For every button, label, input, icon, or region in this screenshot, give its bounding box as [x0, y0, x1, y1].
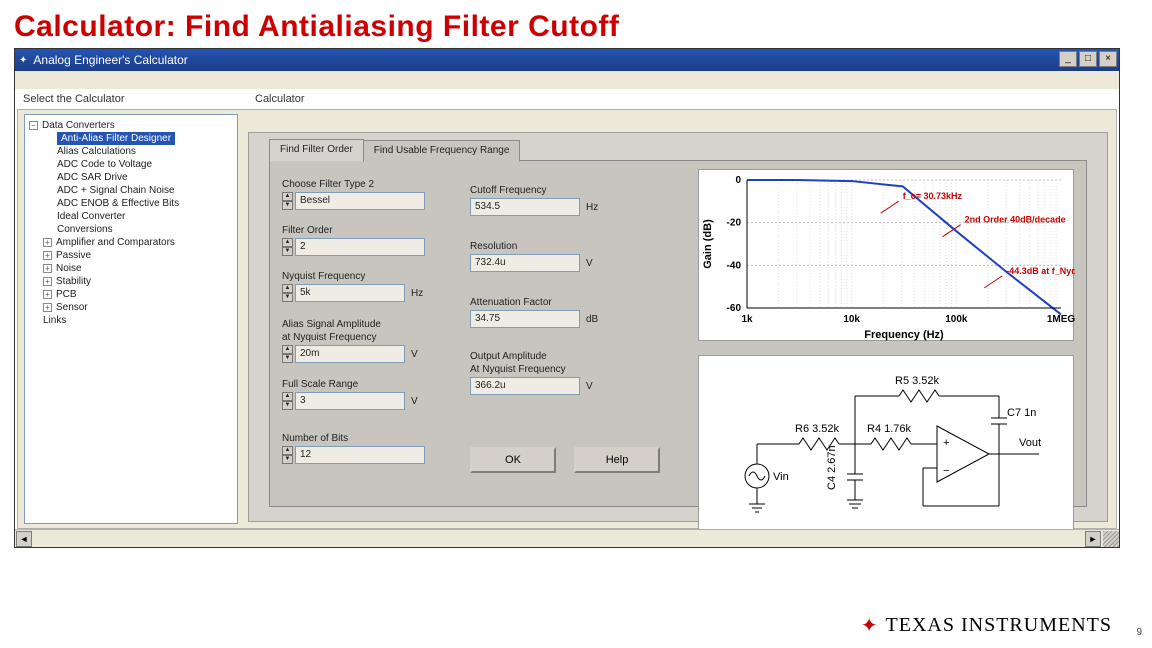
calculator-panel-label: Calculator — [255, 93, 305, 105]
svg-text:2nd Order 40dB/decade: 2nd Order 40dB/decade — [965, 215, 1066, 225]
calculator-panel: Find Filter Order Find Usable Frequency … — [248, 132, 1108, 522]
svg-text:Frequency (Hz): Frequency (Hz) — [864, 329, 944, 341]
svg-text:-44.3dB at f_Nyquist: -44.3dB at f_Nyquist — [1006, 266, 1075, 276]
tree-item: Conversions — [29, 223, 233, 236]
svg-text:R5 3.52k: R5 3.52k — [895, 375, 940, 387]
tree-item: ADC Code to Voltage — [29, 158, 233, 171]
bits-input[interactable]: 12 — [295, 446, 425, 464]
tree-item: ADC ENOB & Effective Bits — [29, 197, 233, 210]
svg-text:R6 3.52k: R6 3.52k — [795, 423, 840, 435]
svg-text:0: 0 — [735, 175, 741, 186]
svg-text:C4 2.67n: C4 2.67n — [826, 445, 838, 490]
tree-item: ADC + Signal Chain Noise — [29, 184, 233, 197]
maximize-button[interactable]: □ — [1079, 51, 1097, 67]
close-button[interactable]: × — [1099, 51, 1117, 67]
schematic: Vin R6 3.52k R4 1.76k — [698, 355, 1074, 539]
filter-type-select[interactable]: Bessel — [295, 192, 425, 210]
svg-text:Gain (dB): Gain (dB) — [702, 219, 714, 269]
app-icon: ✦ — [19, 55, 27, 66]
svg-text:C7 1n: C7 1n — [1007, 407, 1036, 419]
tab-body: Choose Filter Type 2 ▲▼ Bessel Filter Or… — [269, 160, 1087, 507]
alias-amplitude-input[interactable]: 20m — [295, 345, 405, 363]
ti-logo-icon: ✦ — [861, 613, 878, 638]
svg-text:10k: 10k — [843, 314, 860, 325]
fsr-input[interactable]: 3 — [295, 392, 405, 410]
cutoff-output: 534.5 — [470, 198, 580, 216]
svg-text:-60: -60 — [727, 303, 742, 314]
page-number: 9 — [1136, 627, 1142, 638]
svg-text:R4 1.76k: R4 1.76k — [867, 423, 912, 435]
calculator-tree[interactable]: −Data Converters Anti-Alias Filter Desig… — [24, 114, 238, 524]
svg-text:-40: -40 — [727, 260, 742, 271]
slide-title: Calculator: Find Antialiasing Filter Cut… — [0, 0, 1152, 48]
window-title: Analog Engineer's Calculator — [33, 53, 187, 67]
app-window: ✦ Analog Engineer's Calculator _ □ × Sel… — [14, 48, 1120, 548]
tree-item: Ideal Converter — [29, 210, 233, 223]
svg-text:f_c= 30.73kHz: f_c= 30.73kHz — [903, 191, 963, 201]
resolution-output: 732.4u — [470, 254, 580, 272]
outamp-output: 366.2u — [470, 377, 580, 395]
scrollbar-horizontal[interactable]: ◄ ► — [15, 529, 1119, 547]
svg-text:Vin: Vin — [773, 471, 789, 483]
svg-text:+: + — [943, 437, 949, 449]
footer-logo: ✦ TEXAS INSTRUMENTS — [861, 613, 1112, 638]
minimize-button[interactable]: _ — [1059, 51, 1077, 67]
tree-item-selected: Anti-Alias Filter Designer — [57, 132, 175, 145]
svg-text:1MEG: 1MEG — [1047, 314, 1075, 325]
filter-type-label: Choose Filter Type 2 — [282, 179, 425, 190]
filter-order-input[interactable]: 2 — [295, 238, 425, 256]
attenuation-output: 34.75 — [470, 310, 580, 328]
tab-find-order[interactable]: Find Filter Order — [269, 139, 364, 161]
tab-find-range[interactable]: Find Usable Frequency Range — [363, 140, 521, 162]
help-button[interactable]: Help — [574, 447, 660, 473]
gain-chart: 0 -20 -40 -601k 10k 100k 1MEG f_c= 30.73kHz 2nd … — [698, 169, 1074, 341]
scroll-right-icon: ► — [1085, 531, 1101, 547]
nyquist-input[interactable]: 5k — [295, 284, 405, 302]
tree-item: Alias Calculations — [29, 145, 233, 158]
nyquist-label: Nyquist Frequency — [282, 271, 423, 282]
svg-text:100k: 100k — [945, 314, 968, 325]
filter-order-label: Filter Order — [282, 225, 425, 236]
tree-item: ADC SAR Drive — [29, 171, 233, 184]
titlebar[interactable]: ✦ Analog Engineer's Calculator _ □ × — [15, 49, 1119, 71]
ok-button[interactable]: OK — [470, 447, 556, 473]
scroll-left-icon: ◄ — [16, 531, 32, 547]
svg-text:1k: 1k — [741, 314, 753, 325]
menubar — [15, 71, 1119, 89]
select-calculator-label: Select the Calculator — [23, 93, 125, 105]
svg-text:-20: -20 — [727, 218, 742, 229]
svg-text:Vout: Vout — [1019, 437, 1041, 449]
svg-text:−: − — [943, 465, 949, 477]
resize-grip-icon — [1103, 531, 1119, 547]
